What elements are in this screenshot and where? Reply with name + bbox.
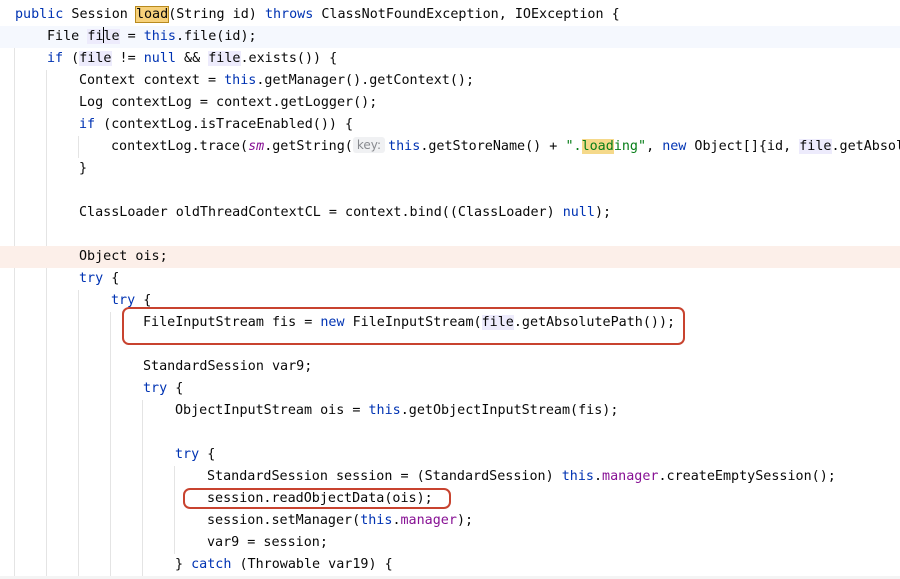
keyword-this: this [368, 403, 401, 418]
annotation-box-readobjectdata [183, 488, 451, 509]
string-part: ". [565, 139, 582, 154]
keyword-catch: catch [191, 557, 232, 572]
variable-file-declaration[interactable]: file [87, 27, 120, 44]
code-text: Object ois; [79, 249, 168, 264]
variable-file-usage[interactable]: file [79, 51, 112, 66]
code-text: = [119, 29, 144, 44]
code-text: StandardSession var9; [143, 359, 313, 374]
code-line-22[interactable]: } catch (Throwable var19) { [0, 554, 900, 576]
search-match-load: load [581, 139, 614, 154]
variable-file-usage[interactable]: file [208, 51, 241, 66]
code-text: .getManager().getContext(); [256, 73, 475, 88]
keyword-try: try [111, 293, 136, 308]
keyword-new: new [662, 139, 687, 154]
code-text: ); [594, 205, 612, 220]
code-line-4[interactable]: Context context = this.getManager().getC… [0, 70, 900, 92]
code-text: .createEmptySession(); [658, 469, 836, 484]
code-line-3[interactable]: if (file != null && file.exists()) { [0, 48, 900, 70]
keyword-this: this [388, 139, 421, 154]
code-line-10[interactable]: Object ois; [0, 246, 900, 268]
code-text: File [47, 29, 88, 44]
code-text: Log contextLog = context.getLogger(); [79, 95, 378, 110]
code-text: . [593, 469, 603, 484]
code-text: ObjectInputStream ois = [175, 403, 369, 418]
code-line-15[interactable]: try { [0, 378, 900, 400]
code-line-21[interactable]: var9 = session; [0, 532, 900, 554]
keyword-public: public [15, 7, 64, 22]
code-text: .getObjectInputStream(fis); [400, 403, 619, 418]
code-line-16[interactable]: ObjectInputStream ois = this.getObjectIn… [0, 400, 900, 422]
keyword-null: null [143, 51, 176, 66]
keyword-this: this [360, 513, 393, 528]
string-literal: ".loading" [565, 139, 646, 154]
keyword-try: try [175, 447, 200, 462]
code-text: (String id) [168, 7, 265, 22]
method-name-load[interactable]: load [134, 6, 170, 23]
code-line-20[interactable]: session.setManager(this.manager); [0, 510, 900, 532]
code-text: session.setManager( [207, 513, 361, 528]
code-line-2[interactable]: File file = this.file(id); [0, 26, 900, 48]
code-text: ClassNotFoundException, IOException { [313, 7, 620, 22]
code-text: , [646, 139, 663, 154]
code-line-11[interactable]: try { [0, 268, 900, 290]
keyword-this: this [143, 29, 176, 44]
code-text: } [175, 557, 192, 572]
code-text: Object[]{id, [686, 139, 800, 154]
variable-file-part: le [103, 29, 120, 44]
code-text: .getAbsol [831, 139, 900, 154]
code-text: && [176, 51, 209, 66]
keyword-try: try [143, 381, 168, 396]
code-text: { [167, 381, 184, 396]
code-text: .exists()) { [240, 51, 338, 66]
parameter-hint-key: key: [352, 137, 386, 153]
variable-file-part: fi [87, 29, 104, 44]
code-text: { [199, 447, 216, 462]
keyword-throws: throws [264, 7, 314, 22]
keyword-this: this [224, 73, 257, 88]
variable-file-usage[interactable]: file [799, 139, 832, 154]
code-line-6[interactable]: if (contextLog.isTraceEnabled()) { [0, 114, 900, 136]
field-manager: manager [400, 513, 457, 528]
code-text: { [103, 271, 120, 286]
code-text: (contextLog.isTraceEnabled()) { [95, 117, 354, 132]
code-line-14[interactable]: StandardSession var9; [0, 356, 900, 378]
code-text: .file(id); [176, 29, 257, 44]
code-line-8[interactable]: } [0, 158, 900, 180]
code-text: Context context = [79, 73, 225, 88]
code-text: contextLog.trace( [111, 139, 249, 154]
code-text: { [135, 293, 152, 308]
code-line-17[interactable]: try { [0, 444, 900, 466]
keyword-this: this [561, 469, 594, 484]
code-text: ClassLoader oldThreadContextCL = context… [79, 205, 563, 220]
string-part: ing" [613, 139, 647, 154]
code-editor[interactable]: public Session load(String id) throws Cl… [0, 0, 900, 579]
keyword-if: if [47, 51, 64, 66]
keyword-null: null [562, 205, 595, 220]
keyword-try: try [79, 271, 104, 286]
code-text: StandardSession session = (StandardSessi… [207, 469, 562, 484]
code-text: (Throwable var19) { [231, 557, 393, 572]
keyword-if: if [79, 117, 96, 132]
code-text: ( [63, 51, 80, 66]
code-text: Session [63, 7, 136, 22]
code-line-1[interactable]: public Session load(String id) throws Cl… [0, 4, 900, 26]
code-text: . [392, 513, 401, 528]
code-text: .getStoreName() + [420, 139, 566, 154]
code-text: } [79, 161, 88, 176]
code-line-9[interactable]: ClassLoader oldThreadContextCL = context… [0, 202, 900, 224]
code-line-5[interactable]: Log contextLog = context.getLogger(); [0, 92, 900, 114]
code-text: != [111, 51, 144, 66]
code-line-18[interactable]: StandardSession session = (StandardSessi… [0, 466, 900, 488]
code-line-7[interactable]: contextLog.trace(sm.getString(key: this.g… [0, 136, 900, 158]
code-text: ); [456, 513, 474, 528]
annotation-box-fileinputstream [122, 307, 685, 345]
code-text: .getString( [264, 139, 353, 154]
code-text: var9 = session; [207, 535, 328, 550]
field-manager: manager [602, 469, 659, 484]
static-field-sm: sm [248, 139, 265, 154]
